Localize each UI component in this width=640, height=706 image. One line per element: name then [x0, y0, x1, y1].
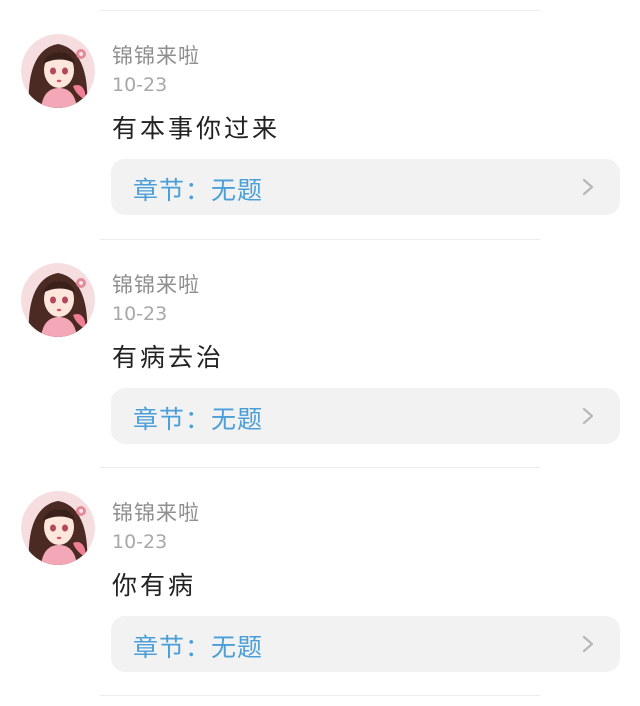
bottom-divider	[100, 695, 540, 696]
chevron-right-icon	[582, 407, 594, 425]
comment-item: 锦锦来啦 10-23 有病去治 章节：无题	[0, 229, 640, 457]
comment-content: 有病去治	[112, 343, 225, 372]
comment-content: 有本事你过来	[112, 114, 281, 143]
username[interactable]: 锦锦来啦	[112, 40, 200, 70]
chapter-link-label: 章节：无题	[133, 176, 264, 205]
comment-date: 10-23	[112, 74, 168, 96]
avatar-image	[21, 34, 95, 108]
avatar[interactable]	[21, 263, 95, 337]
comment-date: 10-23	[112, 531, 168, 553]
avatar[interactable]	[21, 491, 95, 565]
username[interactable]: 锦锦来啦	[112, 497, 200, 527]
chapter-link-card[interactable]: 章节：无题	[111, 388, 620, 444]
comment-item: 锦锦来啦 10-23 你有病 章节：无题	[0, 457, 640, 685]
username[interactable]: 锦锦来啦	[112, 269, 200, 299]
chevron-right-icon	[582, 178, 594, 196]
comment-content: 你有病	[112, 571, 197, 600]
chapter-link-card[interactable]: 章节：无题	[111, 159, 620, 215]
avatar-image	[21, 263, 95, 337]
comment-item: 锦锦来啦 10-23 有本事你过来 章节：无题	[0, 0, 640, 228]
avatar-image	[21, 491, 95, 565]
chapter-link-card[interactable]: 章节：无题	[111, 616, 620, 672]
avatar[interactable]	[21, 34, 95, 108]
chevron-right-icon	[582, 635, 594, 653]
chapter-link-label: 章节：无题	[133, 633, 264, 662]
chapter-link-label: 章节：无题	[133, 405, 264, 434]
comment-date: 10-23	[112, 303, 168, 325]
